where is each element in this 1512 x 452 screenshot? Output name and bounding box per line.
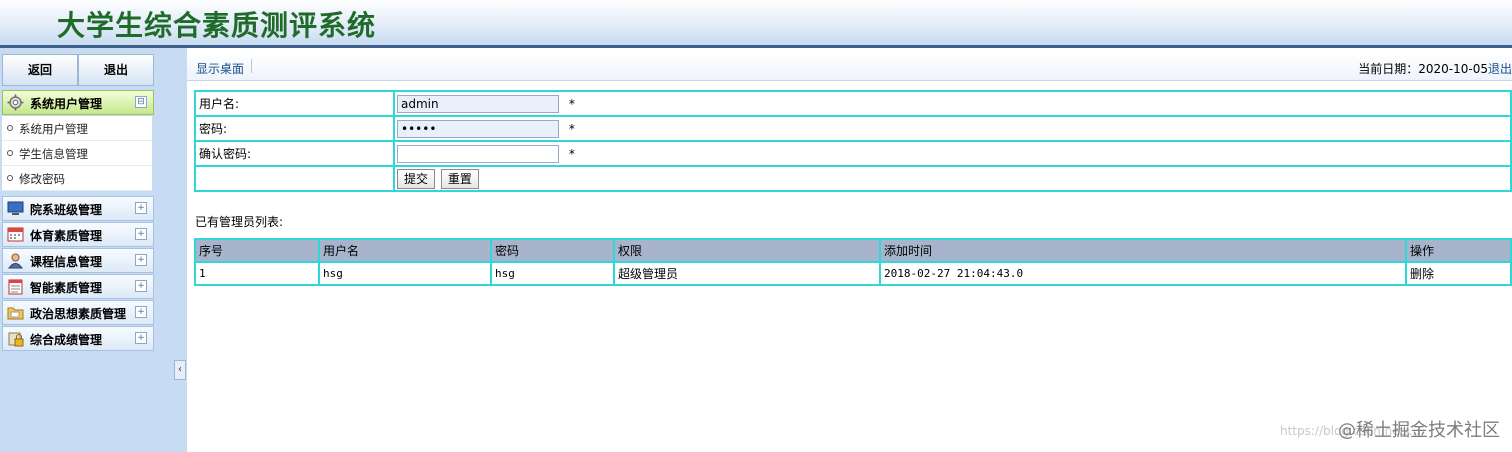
exit-button[interactable]: 退出	[78, 54, 154, 86]
monitor-icon	[7, 201, 24, 215]
username-row: 用户名: *	[194, 90, 1512, 117]
admin-list-title: 已有管理员列表:	[195, 215, 284, 229]
gear-icon	[7, 94, 24, 111]
show-desktop-link[interactable]: 显示桌面	[196, 60, 244, 77]
table-cell-password: hsg	[490, 261, 615, 286]
admin-table: 序号 用户名 密码 权限 添加时间 操作 1 hsg hsg 超级管理员 201…	[194, 238, 1512, 286]
app-title: 大学生综合素质测评系统	[57, 9, 377, 42]
toolbar-separator	[251, 59, 252, 73]
menu-label: 系统用户管理	[30, 97, 103, 111]
calendar-icon	[7, 227, 24, 242]
menu-overall-score[interactable]: 综合成绩管理 +	[2, 326, 154, 351]
bullet-icon	[7, 125, 13, 131]
menu-department-class[interactable]: 院系班级管理 +	[2, 196, 154, 221]
collapse-toggle-icon[interactable]: ⊟	[135, 96, 147, 108]
form-actions-row: 提交 重置	[194, 165, 1512, 192]
expand-toggle-icon[interactable]: +	[135, 228, 147, 240]
column-header: 权限	[613, 238, 881, 263]
table-cell-role: 超级管理员	[613, 261, 881, 286]
actions-cell: 提交 重置	[393, 165, 1512, 192]
menu-system-users[interactable]: 系统用户管理 ⊟	[2, 90, 154, 115]
folder-icon	[7, 307, 24, 320]
menu-label: 院系班级管理	[30, 203, 103, 217]
menu-label: 综合成绩管理	[30, 333, 103, 347]
password-input[interactable]	[397, 119, 559, 138]
menu-label: 体育素质管理	[30, 229, 103, 243]
expand-toggle-icon[interactable]: +	[135, 332, 147, 344]
content-toolbar: 显示桌面 当前日期：2020-10-05 退出	[187, 52, 1512, 81]
menu-political-ideology[interactable]: 政治思想素质管理 +	[2, 300, 154, 325]
sidebar-item-label: 系统用户管理	[19, 122, 88, 136]
table-cell-username: hsg	[318, 261, 492, 286]
expand-toggle-icon[interactable]: +	[135, 306, 147, 318]
required-mark: *	[568, 146, 575, 161]
sidebar-item-change-password[interactable]: 修改密码	[2, 166, 152, 191]
username-input[interactable]	[397, 94, 559, 113]
table-header-row: 序号 用户名 密码 权限 添加时间 操作	[194, 238, 1512, 263]
expand-toggle-icon[interactable]: +	[135, 254, 147, 266]
sidebar: 返回 退出 系统用户管理 ⊟ 系统用户管理 学生信息管理 修改密码 院系班级管理…	[0, 48, 187, 452]
menu-intelligence-quality[interactable]: 智能素质管理 +	[2, 274, 154, 299]
sidebar-item-label: 学生信息管理	[19, 147, 88, 161]
reset-button[interactable]: 重置	[440, 168, 479, 189]
required-mark: *	[568, 121, 575, 136]
sidebar-menu-panel: 返回 退出 系统用户管理 ⊟ 系统用户管理 学生信息管理 修改密码 院系班级管理…	[0, 48, 155, 452]
required-mark: *	[568, 96, 575, 111]
bullet-icon	[7, 175, 13, 181]
confirm-password-input[interactable]	[397, 144, 559, 163]
delete-link[interactable]: 删除	[1405, 261, 1512, 286]
app-header: 大学生综合素质测评系统	[0, 0, 1512, 45]
confirm-password-label: 确认密码:	[194, 140, 395, 167]
user-icon	[8, 253, 23, 269]
username-label: 用户名:	[194, 90, 395, 117]
lock-icon	[8, 332, 24, 347]
table-row: 1 hsg hsg 超级管理员 2018-02-27 21:04:43.0 删除	[194, 261, 1512, 286]
menu-label: 政治思想素质管理	[30, 307, 127, 321]
sidebar-item-label: 修改密码	[19, 172, 65, 186]
password-row: 密码: *	[194, 115, 1512, 142]
sidebar-item-system-users[interactable]: 系统用户管理	[2, 116, 152, 141]
password-label: 密码:	[194, 115, 395, 142]
sidebar-item-student-info[interactable]: 学生信息管理	[2, 141, 152, 166]
notepad-icon	[8, 279, 23, 295]
back-button[interactable]: 返回	[2, 54, 78, 86]
bullet-icon	[7, 150, 13, 156]
logout-link[interactable]: 退出	[1488, 60, 1512, 77]
current-date: 当前日期：2020-10-05	[1358, 62, 1488, 76]
watermark: @稀土掘金技术社区	[1338, 420, 1500, 441]
column-header: 添加时间	[879, 238, 1407, 263]
password-cell: *	[393, 115, 1512, 142]
table-cell-created-time: 2018-02-27 21:04:43.0	[879, 261, 1407, 286]
menu-physical-quality[interactable]: 体育素质管理 +	[2, 222, 154, 247]
menu-label: 课程信息管理	[30, 255, 103, 269]
column-header: 序号	[194, 238, 320, 263]
table-cell-index: 1	[194, 261, 320, 286]
submit-button[interactable]: 提交	[397, 168, 436, 189]
menu-course-info[interactable]: 课程信息管理 +	[2, 248, 154, 273]
confirm-password-cell: *	[393, 140, 1512, 167]
add-admin-form: 用户名: * 密码: * 确认密码: * 提交 重置	[194, 90, 1512, 192]
username-cell: *	[393, 90, 1512, 117]
column-header: 操作	[1405, 238, 1512, 263]
expand-toggle-icon[interactable]: +	[135, 280, 147, 292]
empty-cell	[194, 165, 395, 192]
confirm-password-row: 确认密码: *	[194, 140, 1512, 167]
column-header: 用户名	[318, 238, 492, 263]
menu-label: 智能素质管理	[30, 281, 103, 295]
sidebar-collapse-handle[interactable]: ‹	[174, 360, 186, 380]
expand-toggle-icon[interactable]: +	[135, 202, 147, 214]
header-divider	[0, 45, 1512, 48]
column-header: 密码	[490, 238, 615, 263]
